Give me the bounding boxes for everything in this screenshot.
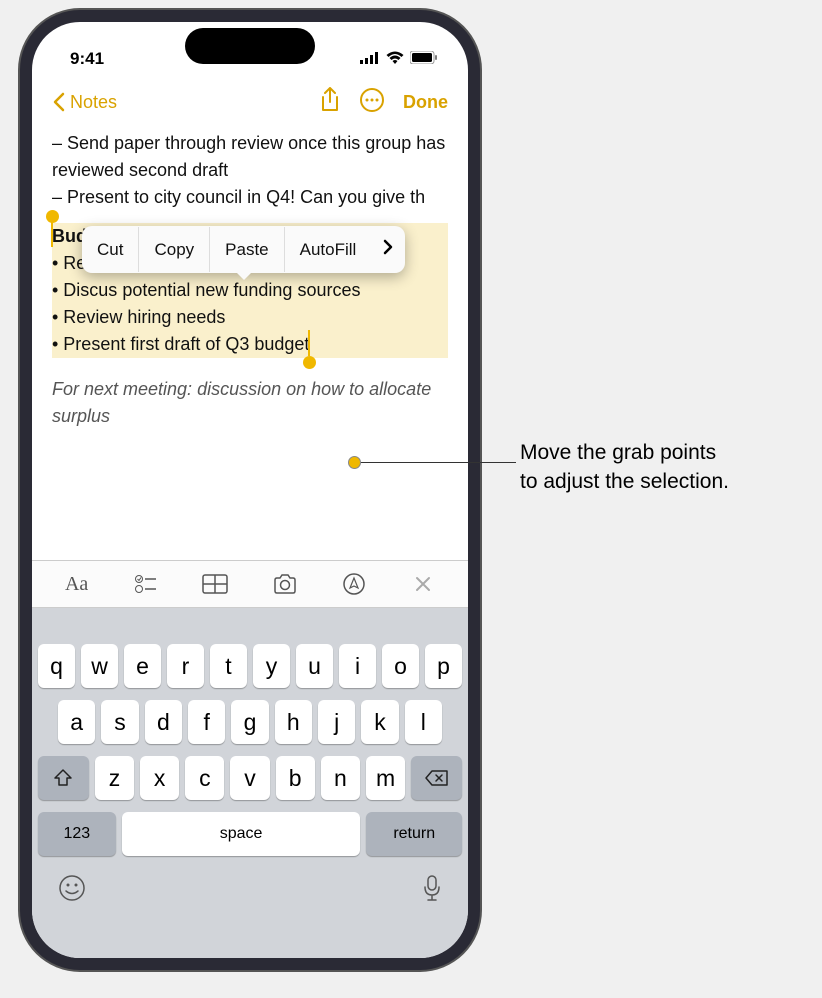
- screen: 9:41 Notes: [32, 22, 468, 958]
- share-icon[interactable]: [319, 87, 341, 118]
- text-format-icon[interactable]: Aa: [57, 573, 97, 596]
- more-icon[interactable]: [359, 87, 385, 118]
- checklist-icon[interactable]: [126, 574, 166, 594]
- key-row-2: asdfghjkl: [32, 700, 468, 744]
- key-x[interactable]: x: [140, 756, 179, 800]
- space-key[interactable]: space: [122, 812, 361, 856]
- annotation-dot: [348, 456, 361, 469]
- key-c[interactable]: c: [185, 756, 224, 800]
- key-w[interactable]: w: [81, 644, 118, 688]
- key-d[interactable]: d: [145, 700, 182, 744]
- camera-icon[interactable]: [265, 574, 305, 594]
- key-m[interactable]: m: [366, 756, 405, 800]
- close-icon[interactable]: [403, 575, 443, 593]
- key-i[interactable]: i: [339, 644, 376, 688]
- table-icon[interactable]: [195, 574, 235, 594]
- edit-menu: Cut Copy Paste AutoFill: [82, 226, 405, 273]
- wifi-icon: [386, 49, 404, 69]
- selection-bullet-4: • Present first draft of Q3 budget: [52, 334, 309, 354]
- keyboard: qwertyuiop asdfghjkl zxcvbnm 123 space r…: [32, 608, 468, 958]
- key-z[interactable]: z: [95, 756, 134, 800]
- copy-menu-item[interactable]: Copy: [139, 227, 210, 273]
- done-button[interactable]: Done: [403, 92, 448, 113]
- back-button[interactable]: Notes: [52, 92, 117, 113]
- paste-menu-item[interactable]: Paste: [210, 227, 284, 273]
- key-k[interactable]: k: [361, 700, 398, 744]
- menu-more-arrow-icon[interactable]: [371, 226, 405, 273]
- mic-icon[interactable]: [422, 874, 442, 907]
- italic-note: For next meeting: discussion on how to a…: [52, 376, 448, 430]
- selection-bullet-2: • Discus potential new funding sources: [52, 277, 444, 304]
- key-j[interactable]: j: [318, 700, 355, 744]
- backspace-key[interactable]: [411, 756, 462, 800]
- key-f[interactable]: f: [188, 700, 225, 744]
- note-content[interactable]: – Send paper through review once this gr…: [32, 126, 468, 434]
- content-line-2: – Present to city council in Q4! Can you…: [52, 184, 448, 211]
- key-g[interactable]: g: [231, 700, 268, 744]
- autofill-menu-item[interactable]: AutoFill: [285, 227, 372, 273]
- cut-menu-item[interactable]: Cut: [82, 227, 139, 273]
- battery-icon: [410, 49, 438, 69]
- numbers-key[interactable]: 123: [38, 812, 116, 856]
- selection-start-handle[interactable]: [46, 210, 59, 223]
- markup-icon[interactable]: [334, 573, 374, 595]
- emoji-icon[interactable]: [58, 874, 86, 907]
- key-q[interactable]: q: [38, 644, 75, 688]
- key-e[interactable]: e: [124, 644, 161, 688]
- key-s[interactable]: s: [101, 700, 138, 744]
- phone-frame: 9:41 Notes: [20, 10, 480, 970]
- annotation-line: [356, 462, 516, 463]
- key-a[interactable]: a: [58, 700, 95, 744]
- selection-bullet-3: • Review hiring needs: [52, 304, 444, 331]
- annotation-text: Move the grab points to adjust the selec…: [520, 438, 729, 497]
- nav-bar: Notes Done: [32, 78, 468, 126]
- key-l[interactable]: l: [405, 700, 442, 744]
- key-b[interactable]: b: [276, 756, 315, 800]
- key-t[interactable]: t: [210, 644, 247, 688]
- key-row-1: qwertyuiop: [32, 644, 468, 688]
- signal-icon: [360, 49, 380, 69]
- key-p[interactable]: p: [425, 644, 462, 688]
- key-n[interactable]: n: [321, 756, 360, 800]
- shift-key[interactable]: [38, 756, 89, 800]
- key-h[interactable]: h: [275, 700, 312, 744]
- key-u[interactable]: u: [296, 644, 333, 688]
- key-row-3: zxcvbnm: [32, 756, 468, 800]
- key-row-4: 123 space return: [32, 812, 468, 856]
- key-o[interactable]: o: [382, 644, 419, 688]
- format-toolbar: Aa: [32, 560, 468, 608]
- key-y[interactable]: y: [253, 644, 290, 688]
- content-line-1: – Send paper through review once this gr…: [52, 130, 448, 184]
- back-label: Notes: [70, 92, 117, 113]
- return-key[interactable]: return: [366, 812, 462, 856]
- status-time: 9:41: [70, 49, 104, 69]
- selection-end-handle[interactable]: [303, 356, 316, 369]
- key-v[interactable]: v: [230, 756, 269, 800]
- dynamic-island: [185, 28, 315, 64]
- key-r[interactable]: r: [167, 644, 204, 688]
